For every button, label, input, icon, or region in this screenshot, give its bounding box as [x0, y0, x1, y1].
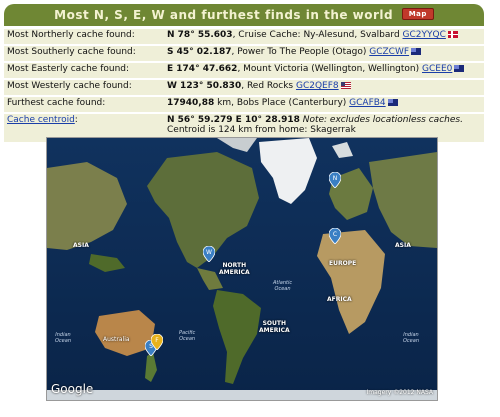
coord: W 123° 50.830	[167, 81, 242, 91]
centroid-note: Note: excludes locationless caches.	[302, 115, 463, 125]
row-label: Most Westerly cache found:	[4, 80, 164, 95]
table-row: Most Southerly cache found: S 45° 02.187…	[4, 46, 484, 61]
pin-centroid-marker-icon[interactable]: C	[329, 228, 341, 244]
cache-code-link[interactable]: GCZCWF	[369, 47, 409, 57]
table-row: Furthest cache found: 17940,88 km, Bobs …	[4, 97, 484, 112]
row-label: Most Easterly cache found:	[4, 63, 164, 78]
cache-code-link[interactable]: GC2QEF8	[296, 81, 339, 91]
row-value: 17940,88 km, Bobs Place (Canterbury) GCA…	[164, 97, 484, 112]
label-australia: Australia	[103, 336, 130, 343]
label-atlantic-ocean: Atlantic Ocean	[273, 280, 293, 292]
cache-description: , Power To The People (Otago)	[231, 47, 370, 57]
distance: 17940,88	[167, 98, 215, 108]
centroid-colon: :	[74, 115, 78, 125]
row-value: E 174° 47.662, Mount Victoria (Wellingto…	[164, 63, 484, 78]
row-value: W 123° 50.830, Red Rocks GC2QEF8	[164, 80, 484, 95]
map-button[interactable]: Map	[401, 7, 434, 20]
norway-flag-icon	[447, 31, 458, 38]
finds-table: Most Northerly cache found: N 78° 55.603…	[4, 27, 484, 144]
coord: S 45° 02.187	[167, 47, 232, 57]
label-asia-right: ASIA	[395, 242, 411, 249]
label-north-america: NORTH AMERICA	[219, 262, 250, 276]
imagery-attribution: Imagery ©2012 NASA	[366, 389, 433, 396]
cache-description: , Red Rocks	[241, 81, 296, 91]
cache-code-link[interactable]: GCEE0	[422, 64, 452, 74]
pin-furthest-marker-icon[interactable]: F	[151, 334, 163, 350]
new-zealand-flag-icon	[411, 48, 422, 55]
panel-title: Most N, S, E, W and furthest finds in th…	[54, 8, 394, 22]
google-logo: Google	[51, 382, 94, 396]
centroid-coord: N 56° 59.279 E 10° 28.918	[167, 115, 300, 125]
cache-description: , Mount Victoria (Wellington, Wellington…	[237, 64, 422, 74]
new-zealand-flag-icon	[454, 65, 465, 72]
label-europe: EUROPE	[329, 260, 357, 267]
world-map[interactable]: ASIA NORTH AMERICA EUROPE ASIA AFRICA SO…	[46, 137, 438, 401]
centroid-home-distance: Centroid is 124 km from home: Skagerrak	[167, 125, 356, 135]
cache-centroid-link[interactable]: Cache centroid	[7, 115, 75, 125]
coord: N 78° 55.603	[167, 30, 233, 40]
cache-code-link[interactable]: GC2YYQC	[403, 30, 446, 40]
label-south-america: SOUTH AMERICA	[259, 320, 290, 334]
table-row: Most Westerly cache found: W 123° 50.830…	[4, 80, 484, 95]
pin-label: F	[155, 337, 159, 344]
label-africa: AFRICA	[327, 296, 352, 303]
cache-description: km, Bobs Place (Canterbury)	[214, 98, 350, 108]
label-pacific-ocean: Pacific Ocean	[179, 330, 196, 342]
usa-flag-icon	[340, 82, 351, 89]
map-button-label: Map	[408, 9, 427, 18]
panel-title-bar: Most N, S, E, W and furthest finds in th…	[4, 4, 484, 26]
pin-label: C	[333, 231, 337, 238]
pin-label: N	[333, 175, 338, 182]
pin-north-marker-icon[interactable]: N	[329, 172, 341, 188]
row-label: Most Southerly cache found:	[4, 46, 164, 61]
row-label: Furthest cache found:	[4, 97, 164, 112]
pin-label: W	[206, 249, 212, 256]
cache-code-link[interactable]: GCAFB4	[349, 98, 386, 108]
label-asia-left: ASIA	[73, 242, 89, 249]
row-label: Most Northerly cache found:	[4, 29, 164, 44]
cache-description: , Cruise Cache: Ny-Alesund, Svalbard	[232, 30, 403, 40]
row-value: N 78° 55.603, Cruise Cache: Ny-Alesund, …	[164, 29, 484, 44]
row-value: S 45° 02.187, Power To The People (Otago…	[164, 46, 484, 61]
new-zealand-flag-icon	[387, 99, 398, 106]
pin-west-marker-icon[interactable]: W	[203, 246, 215, 262]
table-row: Most Northerly cache found: N 78° 55.603…	[4, 29, 484, 44]
label-indian-ocean-right: Indian Ocean	[403, 332, 419, 344]
coord: E 174° 47.662	[167, 64, 238, 74]
label-indian-ocean-left: Indian Ocean	[55, 332, 71, 344]
table-row: Most Easterly cache found: E 174° 47.662…	[4, 63, 484, 78]
